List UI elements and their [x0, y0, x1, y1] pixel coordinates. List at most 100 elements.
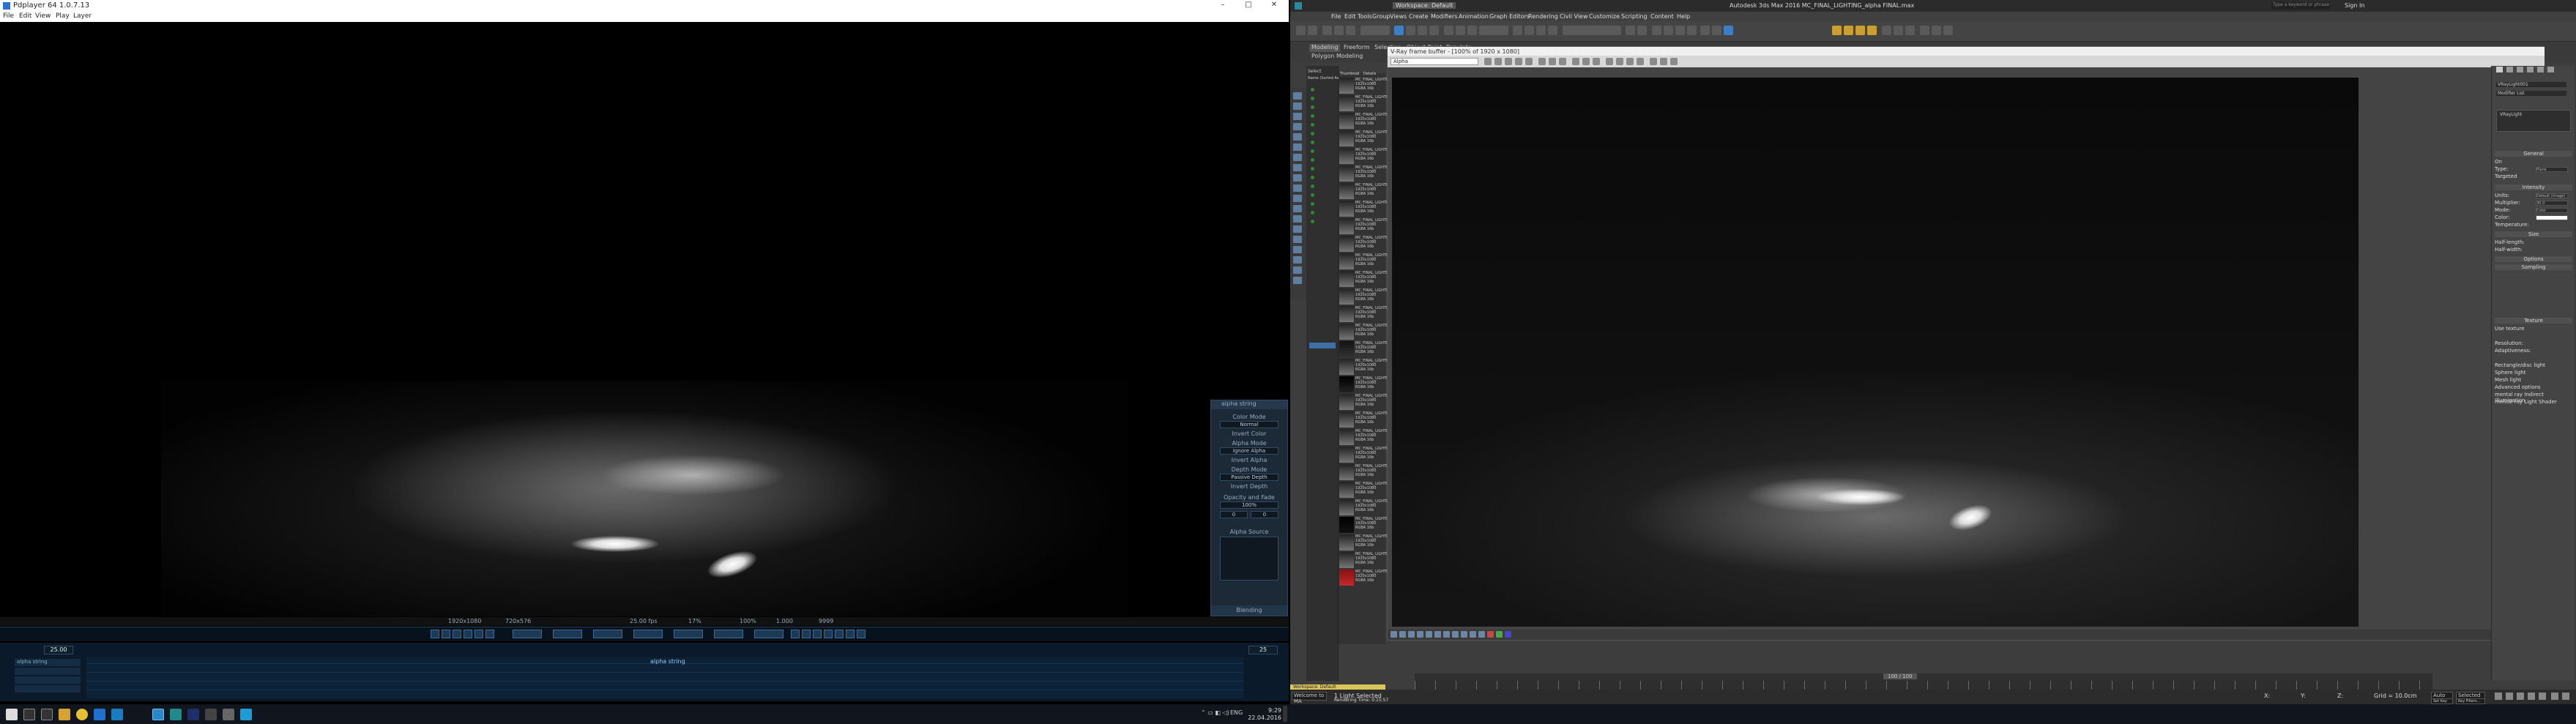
edge-icon[interactable] [94, 709, 105, 720]
pivot-icon[interactable] [1513, 26, 1522, 35]
fade-in-field[interactable]: 0 [1220, 511, 1248, 518]
alpha-source-box[interactable] [1220, 537, 1278, 581]
menu-view[interactable]: View [35, 12, 51, 20]
curve-editor-icon[interactable] [1664, 26, 1673, 35]
task-view-icon[interactable] [41, 709, 53, 720]
tab-modeling[interactable]: Modeling [1309, 44, 1341, 52]
size-rollout[interactable]: Size [2495, 231, 2572, 237]
select-icon[interactable] [1394, 26, 1404, 35]
menu-scripting[interactable]: Scripting [1621, 13, 1648, 20]
channel-select[interactable]: Alpha [1391, 58, 1478, 65]
settings-icon[interactable] [835, 630, 844, 638]
multiplier-field[interactable]: 30.0 [2536, 201, 2568, 206]
modifier-stack-item[interactable]: VRayLight [2500, 112, 2522, 117]
render-thumbnail[interactable] [1339, 130, 1354, 146]
alpha-channel-icon[interactable] [1515, 58, 1522, 65]
stereo-icon[interactable] [1478, 631, 1485, 638]
time-slider-handle[interactable]: 100 / 100 [1883, 673, 1917, 679]
explorer-tool-icon[interactable] [1293, 113, 1302, 120]
fade-out-field[interactable]: 0 [1251, 511, 1278, 518]
undo-icon[interactable] [1296, 26, 1306, 35]
intensity-rollout[interactable]: Intensity [2495, 184, 2572, 190]
toolbar-icon[interactable] [1882, 26, 1891, 35]
explorer-tool-icon[interactable] [1293, 133, 1302, 141]
play-button[interactable] [633, 630, 663, 638]
region-select-icon[interactable] [1418, 26, 1427, 35]
mirror-icon[interactable] [1626, 26, 1635, 35]
toolbar-icon[interactable] [1905, 26, 1915, 35]
create-tab-icon[interactable] [2496, 67, 2503, 72]
utilities-tab-icon[interactable] [2547, 67, 2554, 72]
key-filters-button[interactable]: Key Filters... [2456, 698, 2485, 704]
skype-icon[interactable] [240, 709, 252, 720]
type-select[interactable]: Plane [2536, 167, 2568, 172]
targeted-checkbox[interactable]: Targeted [2495, 173, 2572, 179]
explorer-tool-icon[interactable] [1293, 174, 1302, 182]
clock-date[interactable]: 22.04.2016 [1237, 714, 1281, 721]
go-start-button[interactable] [513, 630, 542, 638]
toolbar-icon[interactable] [1932, 26, 1941, 35]
angle-snap-icon[interactable] [1536, 26, 1546, 35]
link-icon[interactable] [1322, 26, 1332, 35]
units-select[interactable]: Default (image) [2536, 193, 2568, 198]
explorer-tool-icon[interactable] [1293, 184, 1302, 192]
color-correct-icon[interactable] [1637, 58, 1644, 65]
end-frame-field[interactable]: 25 [1248, 646, 1278, 654]
menu-edit[interactable]: Edit [1344, 13, 1356, 20]
rendered-frame-icon[interactable] [1712, 26, 1721, 35]
teapot-icon[interactable] [1670, 58, 1678, 65]
invert-color-checkbox[interactable]: Invert Color [1211, 430, 1287, 437]
reference-coord-dropdown[interactable] [1479, 26, 1508, 35]
help-icon[interactable] [857, 630, 866, 638]
history-list[interactable]: MC_FINAL_LIGHTING_alpha 1920x1080 RGBA 16… [1339, 78, 1405, 649]
render-last-icon[interactable] [1650, 58, 1657, 65]
play-back-button[interactable] [593, 630, 622, 638]
render-thumbnail[interactable] [1339, 288, 1354, 305]
vray-icon[interactable] [1844, 26, 1853, 35]
stop-red-icon[interactable] [1487, 631, 1494, 638]
layer-row[interactable] [15, 676, 81, 684]
file-explorer-icon[interactable] [59, 709, 70, 720]
explorer-tool-icon[interactable] [1293, 256, 1302, 264]
timeline-track[interactable]: alpha string [86, 657, 1243, 698]
search-icon[interactable] [23, 709, 35, 720]
use-texture-checkbox[interactable]: Use texture [2495, 326, 2572, 332]
3dsmax-icon[interactable] [170, 709, 182, 720]
workspace-selector[interactable]: Workspace: Default [1393, 2, 1456, 9]
render-thumbnail[interactable] [1339, 341, 1354, 357]
vray-icon[interactable] [1867, 26, 1877, 35]
render-thumbnail[interactable] [1339, 517, 1354, 533]
texture-rollout[interactable]: Texture [2495, 318, 2572, 324]
render-thumbnail[interactable] [1339, 482, 1354, 498]
render-thumbnail[interactable] [1339, 271, 1354, 287]
menu-civil-view[interactable]: Civil View [1560, 13, 1588, 20]
clock-time[interactable]: 9:29 [1237, 707, 1281, 714]
minimize-button[interactable]: – [1212, 1, 1234, 11]
link-icon[interactable] [1593, 58, 1600, 65]
explorer-tool-icon[interactable] [1293, 123, 1302, 130]
vray-icon[interactable] [1832, 26, 1842, 35]
hierarchy-tab-icon[interactable] [2517, 67, 2523, 72]
render-thumbnail[interactable] [1339, 447, 1354, 463]
selected-tree-item[interactable] [1309, 343, 1336, 348]
color-mode-select[interactable]: Normal [1220, 421, 1278, 428]
window-crossing-icon[interactable] [1429, 26, 1439, 35]
levels-icon[interactable] [1391, 631, 1397, 638]
close-button[interactable]: ✕ [1263, 1, 1285, 11]
play-icon[interactable] [2517, 693, 2524, 700]
alpha-icon[interactable] [464, 630, 472, 638]
framebuffer-image[interactable] [1392, 78, 2359, 627]
tray-icons[interactable]: ⌃ ▭ ◧ ◁) [1201, 709, 1229, 716]
fullscreen-icon[interactable] [824, 630, 833, 638]
menu-views[interactable]: Views [1390, 13, 1407, 20]
loop-button[interactable] [754, 630, 783, 638]
white-balance-icon[interactable] [1417, 631, 1423, 638]
hsl-icon[interactable] [1426, 631, 1432, 638]
render-icon[interactable] [1724, 26, 1733, 35]
blue-icon[interactable] [1505, 631, 1511, 638]
prev-frame-icon[interactable] [2506, 693, 2513, 700]
search-field[interactable]: Type a keyword or phrase [2271, 2, 2330, 10]
motion-tab-icon[interactable] [2527, 67, 2534, 72]
render-thumbnail[interactable] [1339, 95, 1354, 111]
app-icon[interactable] [223, 709, 234, 720]
